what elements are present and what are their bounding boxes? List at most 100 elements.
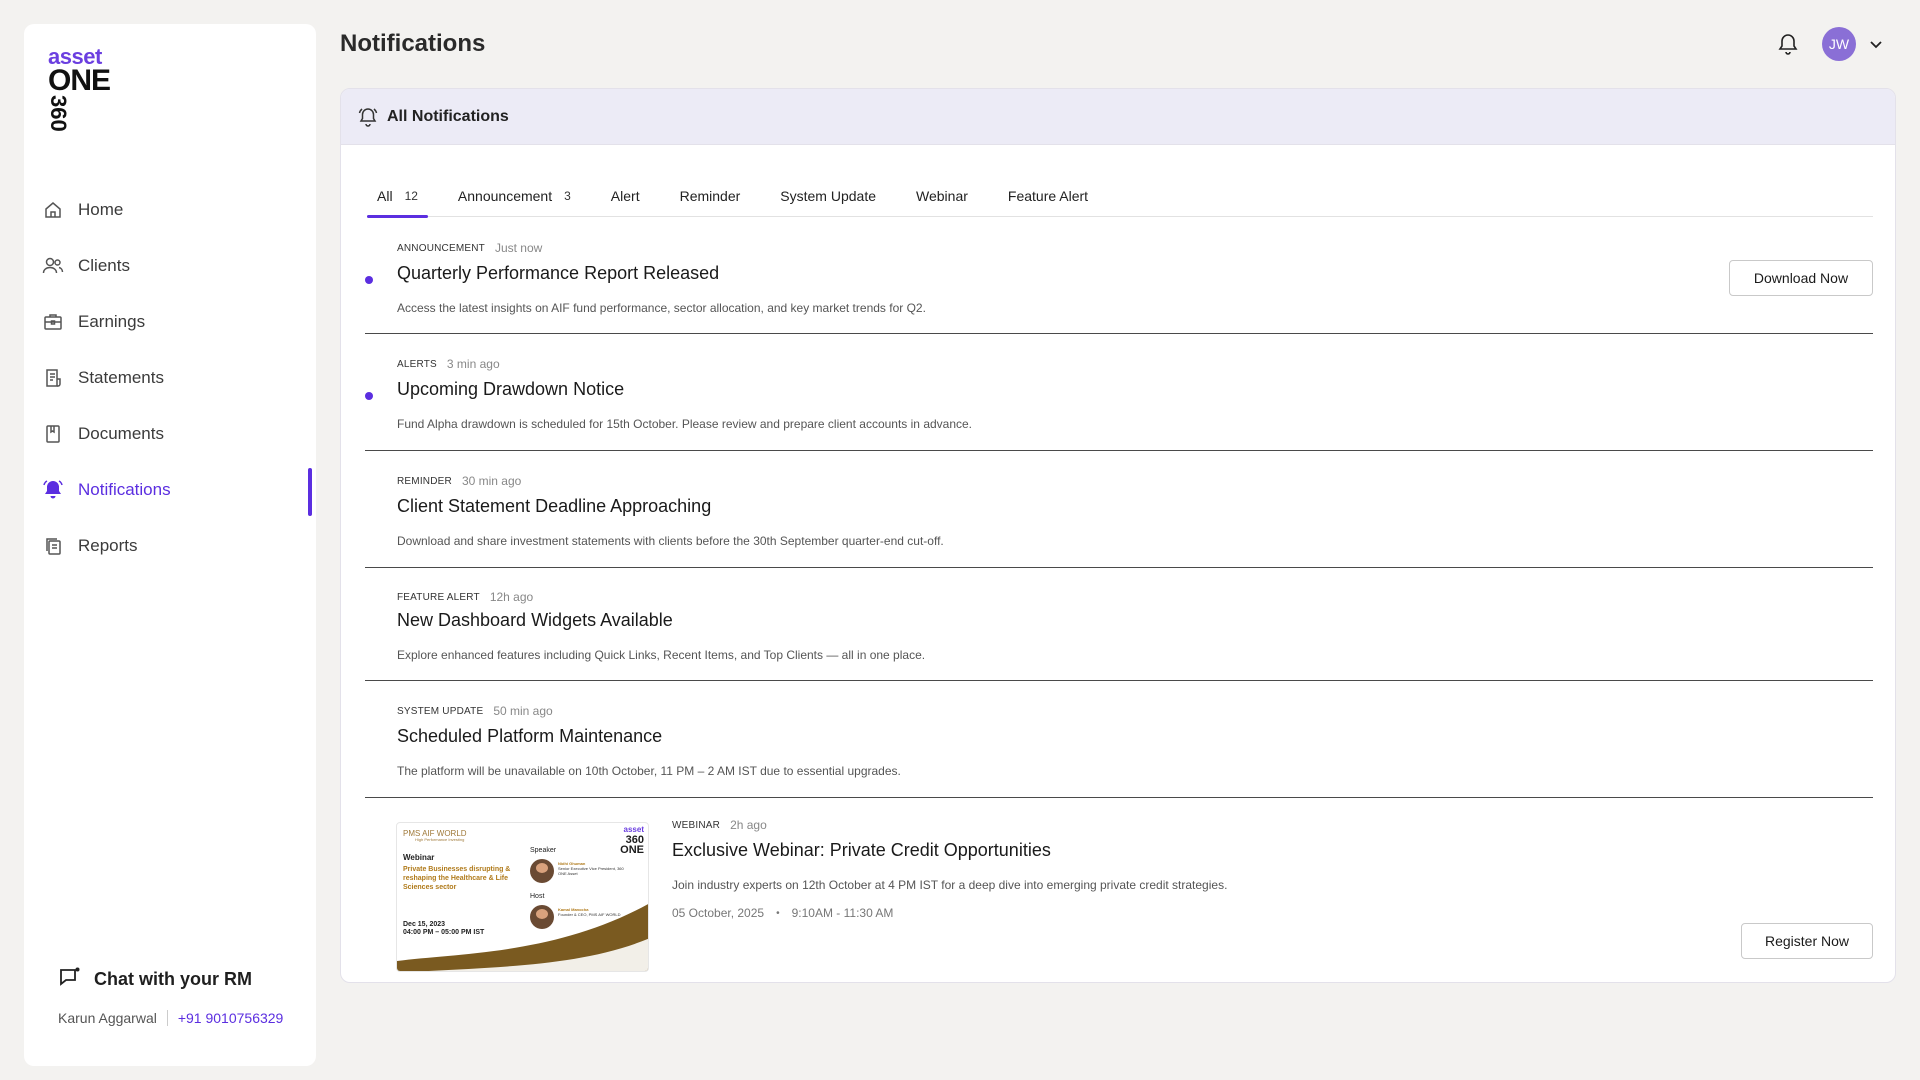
notification-time: 3 min ago xyxy=(446,357,500,371)
tab-all[interactable]: All 12 xyxy=(367,175,428,218)
page-title: Notifications xyxy=(340,30,486,57)
webinar-time-slot: 9:10AM - 11:30 AM xyxy=(791,906,894,920)
notification-meta: Alerts 3 min ago xyxy=(397,357,500,371)
sidebar-item-clients[interactable]: Clients xyxy=(24,238,316,294)
chat-title-text: Chat with your RM xyxy=(94,968,252,989)
notification-time: 12h ago xyxy=(489,590,534,604)
rm-name: Karun Aggarwal xyxy=(58,1010,157,1026)
tab-announcement[interactable]: Announcement 3 xyxy=(448,175,581,217)
sidebar-item-label: Clients xyxy=(78,256,130,275)
sidebar: asset ONE 360 Home Clients Earnings Stat… xyxy=(24,24,316,1066)
rm-phone-link[interactable]: +91 9010756329 xyxy=(178,1010,284,1026)
notification-time: 50 min ago xyxy=(493,704,553,718)
download-now-button[interactable]: Download Now xyxy=(1729,260,1873,296)
notification-meta: Reminder 30 min ago xyxy=(397,474,521,488)
tab-label: Reminder xyxy=(679,188,741,204)
notification-time: 30 min ago xyxy=(461,474,522,488)
tab-label: All xyxy=(377,188,393,204)
tab-system-update[interactable]: System Update xyxy=(770,175,886,217)
notification-item[interactable]: Feature Alert 12h ago New Dashboard Widg… xyxy=(365,568,1873,681)
sidebar-item-label: Documents xyxy=(78,424,164,443)
notification-tag: Alerts xyxy=(397,358,437,370)
notification-time: 2h ago xyxy=(730,818,767,832)
notification-tabs: All 12 Announcement 3 Alert Reminder Sys… xyxy=(367,175,1873,218)
notification-title: Upcoming Drawdown Notice xyxy=(397,379,625,399)
tab-reminder[interactable]: Reminder xyxy=(670,175,751,217)
notification-tag: Announcement xyxy=(397,242,485,254)
tab-webinar[interactable]: Webinar xyxy=(906,175,978,217)
unread-dot xyxy=(365,392,373,400)
app-logo[interactable]: asset ONE 360 xyxy=(46,46,128,132)
home-icon xyxy=(42,199,64,221)
divider xyxy=(166,1010,168,1026)
notification-description: The platform will be unavailable on 10th… xyxy=(397,764,901,778)
document-icon xyxy=(42,423,64,445)
chat-title[interactable]: Chat with your RM xyxy=(58,966,283,992)
tab-label: Webinar xyxy=(916,188,968,204)
notification-meta: Feature Alert 12h ago xyxy=(397,590,533,604)
chat-with-rm[interactable]: Chat with your RM Karun Aggarwal +91 901… xyxy=(58,966,283,1026)
notification-item[interactable]: Announcement Just now Quarterly Performa… xyxy=(365,217,1873,334)
notification-description: Download and share investment statements… xyxy=(397,534,944,548)
chevron-down-icon[interactable] xyxy=(1868,36,1884,52)
sidebar-item-notifications[interactable]: Notifications xyxy=(24,462,316,518)
webinar-notification[interactable]: Webinar 2h ago Exclusive Webinar: Privat… xyxy=(365,798,1873,982)
logo-text-one: ONE xyxy=(48,64,111,97)
panel-title: All Notifications xyxy=(387,107,509,125)
notification-meta: Announcement Just now xyxy=(397,241,542,255)
sidebar-nav: Home Clients Earnings Statements Documen… xyxy=(24,182,316,574)
users-icon xyxy=(42,255,64,277)
notification-item[interactable]: Alerts 3 min ago Upcoming Drawdown Notic… xyxy=(365,334,1873,451)
bell-ring-icon xyxy=(357,106,379,128)
sidebar-item-documents[interactable]: Documents xyxy=(24,406,316,462)
notification-description: Access the latest insights on AIF fund p… xyxy=(397,301,926,315)
notification-title: Scheduled Platform Maintenance xyxy=(397,726,663,746)
sidebar-item-label: Earnings xyxy=(78,312,146,331)
notification-title: Exclusive Webinar: Private Credit Opport… xyxy=(672,840,1051,860)
sidebar-item-label: Home xyxy=(78,200,124,219)
tab-feature-alert[interactable]: Feature Alert xyxy=(998,175,1098,217)
notification-tag: System Update xyxy=(397,705,484,717)
tab-label: Alert xyxy=(610,188,640,204)
sidebar-item-label: Statements xyxy=(78,368,164,387)
notifications-panel: All Notifications All 12 Announcement 3 … xyxy=(340,88,1896,983)
webinar-date: 05 October, 2025 xyxy=(672,906,765,920)
tab-label: Feature Alert xyxy=(1007,188,1089,204)
notification-item[interactable]: Reminder 30 min ago Client Statement Dea… xyxy=(365,451,1873,568)
sidebar-item-label: Reports xyxy=(78,536,138,555)
notification-title: New Dashboard Widgets Available xyxy=(397,610,673,630)
chat-icon xyxy=(58,966,84,992)
notification-title: Client Statement Deadline Approaching xyxy=(397,496,712,516)
notification-item[interactable]: System Update 50 min ago Scheduled Platf… xyxy=(365,681,1873,798)
tab-label: Announcement xyxy=(457,188,553,204)
notification-description: Fund Alpha drawdown is scheduled for 15t… xyxy=(397,417,973,431)
notification-meta: Webinar 2h ago xyxy=(672,818,767,832)
webinar-schedule: 05 October, 2025 • 9:10AM - 11:30 AM xyxy=(672,906,893,920)
briefcase-icon xyxy=(42,311,64,333)
separator-dot: • xyxy=(776,907,780,919)
logo-text-360: 360 xyxy=(46,95,71,132)
panel-header: All Notifications xyxy=(341,89,1895,145)
sidebar-item-statements[interactable]: Statements xyxy=(24,350,316,406)
sidebar-item-home[interactable]: Home xyxy=(24,182,316,238)
tab-count: 12 xyxy=(404,189,418,203)
register-now-button[interactable]: Register Now xyxy=(1741,923,1873,959)
reports-icon xyxy=(42,535,64,557)
avatar[interactable]: JW xyxy=(1822,27,1856,61)
notification-tag: Reminder xyxy=(397,475,452,487)
notification-tag: Webinar xyxy=(672,819,721,831)
notification-meta: System Update 50 min ago xyxy=(397,704,553,718)
bell-icon xyxy=(42,479,64,501)
unread-dot xyxy=(365,276,373,284)
notification-title: Quarterly Performance Report Released xyxy=(397,263,720,283)
notifications-bell-icon[interactable] xyxy=(1776,32,1800,56)
notification-description: Explore enhanced features including Quic… xyxy=(397,648,926,662)
rm-contact: Karun Aggarwal +91 9010756329 xyxy=(58,1010,283,1026)
notification-description: Join industry experts on 12th October at… xyxy=(672,878,1228,892)
notification-tag: Feature Alert xyxy=(397,591,480,603)
tab-alert[interactable]: Alert xyxy=(601,175,650,217)
sidebar-item-earnings[interactable]: Earnings xyxy=(24,294,316,350)
sidebar-item-reports[interactable]: Reports xyxy=(24,518,316,574)
tab-count: 3 xyxy=(564,189,571,203)
sidebar-item-label: Notifications xyxy=(78,480,171,499)
